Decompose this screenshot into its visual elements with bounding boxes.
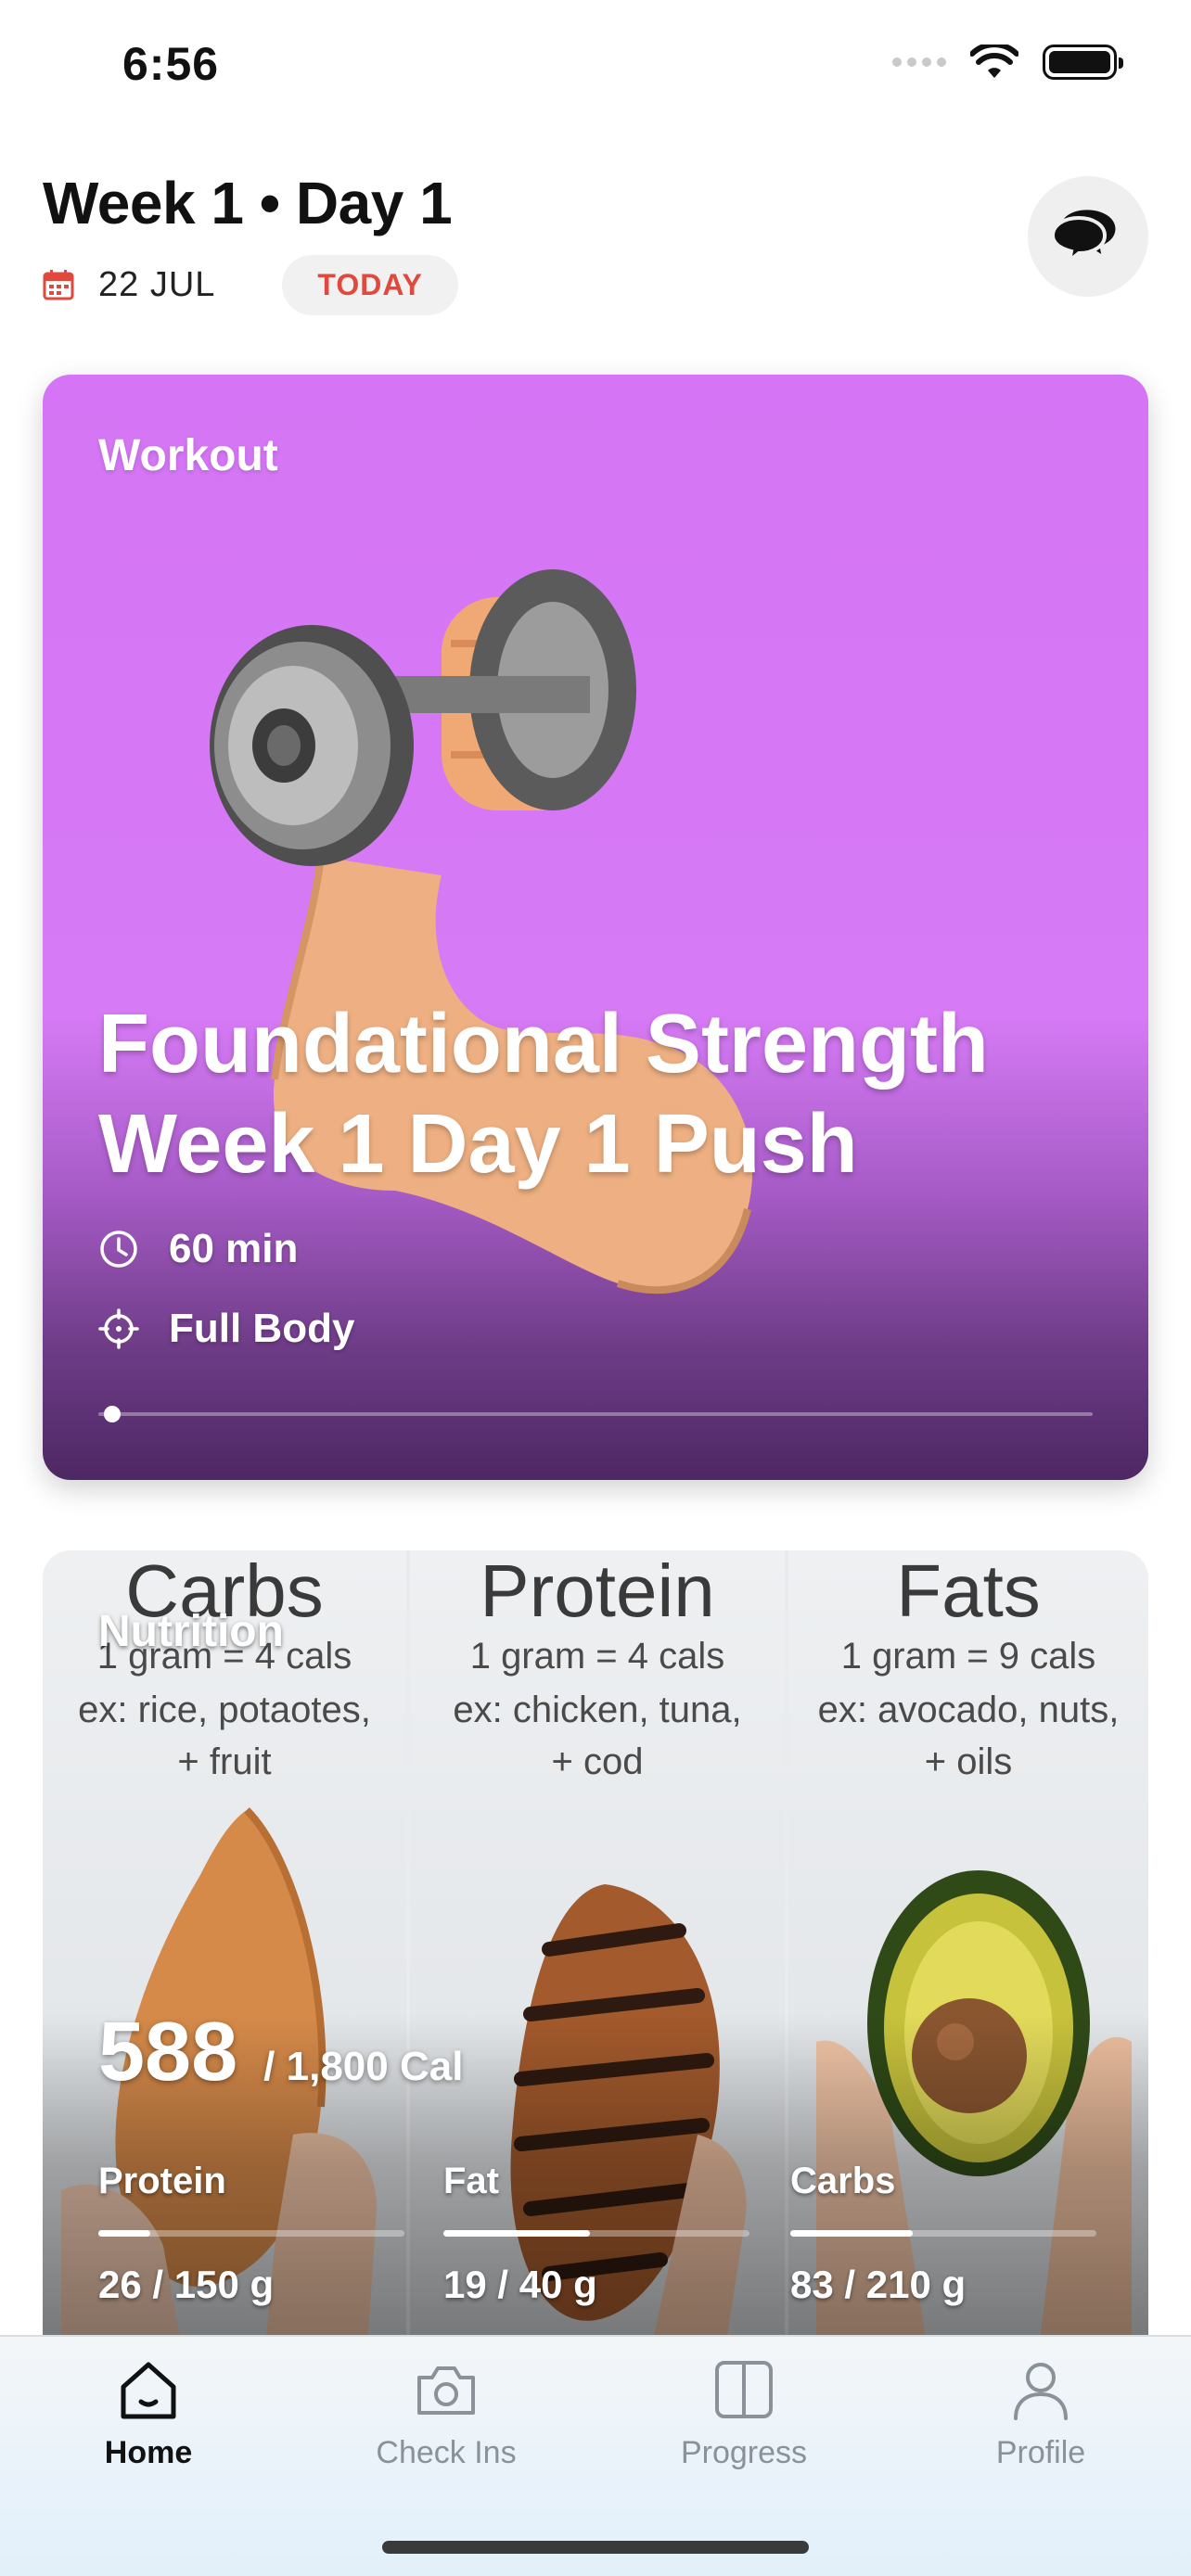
carbs-line-3: + fruit <box>177 1741 272 1782</box>
workout-duration: 60 min <box>98 1226 298 1272</box>
macro-name: Fat <box>443 2161 499 2201</box>
tab-bar: Home Check Ins Progress Profile <box>0 2335 1191 2576</box>
protein-line-1: 1 gram = 4 cals <box>469 1636 725 1677</box>
fats-heading: Fats <box>896 1550 1041 1632</box>
crosshair-icon <box>98 1308 139 1349</box>
tab-label: Home <box>104 2435 193 2470</box>
calendar-icon <box>43 270 74 300</box>
workout-card[interactable]: Workout Foundational Strength Week 1 Day… <box>43 375 1148 1480</box>
tab-profile[interactable]: Profile <box>929 2355 1152 2471</box>
date-row: 22 JUL TODAY <box>43 252 458 317</box>
today-badge[interactable]: TODAY <box>282 254 458 315</box>
carbs-line-2: ex: rice, potaotes, <box>78 1690 371 1730</box>
current-date: 22 JUL <box>98 264 216 304</box>
status-time: 6:56 <box>122 38 220 90</box>
tab-label: Check Ins <box>376 2435 517 2470</box>
macro-amount: 19 / 40 g <box>443 2263 597 2306</box>
home-icon <box>121 2362 176 2419</box>
home-indicator <box>382 2541 809 2554</box>
macro-progress-fill <box>98 2230 151 2237</box>
calorie-readout: 588 / 1,800 Cal <box>98 2005 463 2100</box>
fats-line-3: + oils <box>924 1741 1013 1782</box>
protein-line-2: ex: chicken, tuna, <box>453 1690 742 1730</box>
clock-icon <box>100 1231 137 1268</box>
protein-line-3: + cod <box>551 1741 644 1782</box>
tab-home[interactable]: Home <box>37 2355 260 2471</box>
cellular-signal-icon <box>892 57 946 67</box>
macro-progress-fill <box>790 2230 913 2237</box>
nutrition-card[interactable]: Carbs 1 gram = 4 cals ex: rice, potaotes… <box>43 1550 1148 2348</box>
workout-focus: Full Body <box>98 1306 354 1352</box>
macro-name: Carbs <box>790 2161 896 2201</box>
nutrition-label: Nutrition <box>98 1607 284 1656</box>
macro-progress-bar <box>98 2230 404 2237</box>
workout-label: Workout <box>98 431 278 480</box>
macro-amount: 83 / 210 g <box>790 2263 967 2306</box>
duration-text: 60 min <box>169 1226 299 1271</box>
chat-button[interactable] <box>1028 176 1148 297</box>
tab-progress[interactable]: Progress <box>633 2355 855 2471</box>
workout-title: Foundational Strength Week 1 Day 1 Push <box>98 998 989 1191</box>
workout-progress-knob <box>103 1406 121 1422</box>
page-title: Week 1 • Day 1 <box>43 170 453 236</box>
focus-text: Full Body <box>169 1306 355 1351</box>
calories-goal: / 1,800 Cal <box>263 2044 464 2089</box>
tab-label: Progress <box>680 2435 808 2470</box>
flexed-arm-dumbbell-illustration <box>210 569 753 1294</box>
protein-macro: Protein 26 / 150 g <box>98 2161 404 2307</box>
person-icon <box>1014 2363 1068 2420</box>
carbs-macro: Carbs 83 / 210 g <box>790 2161 1096 2307</box>
macro-progress-fill <box>443 2230 591 2237</box>
split-panel-icon <box>715 2361 773 2418</box>
tab-check-ins[interactable]: Check Ins <box>335 2355 557 2471</box>
status-icons <box>892 45 1123 80</box>
fats-line-2: ex: avocado, nuts, <box>817 1690 1120 1730</box>
macro-amount: 26 / 150 g <box>98 2263 275 2306</box>
workout-progress-bar <box>98 1406 1093 1422</box>
wifi-icon <box>970 45 1018 78</box>
tab-label: Profile <box>995 2435 1086 2470</box>
macro-name: Protein <box>98 2161 226 2201</box>
battery-icon <box>1043 45 1123 80</box>
protein-heading: Protein <box>480 1550 715 1632</box>
chat-bubbles-icon <box>1051 210 1116 265</box>
macro-progress-bar <box>790 2230 1096 2237</box>
camera-icon <box>417 2366 475 2415</box>
fats-line-1: 1 gram = 9 cals <box>840 1636 1096 1677</box>
macro-progress-bar <box>443 2230 749 2237</box>
fat-macro: Fat 19 / 40 g <box>443 2161 749 2307</box>
calories-consumed: 588 <box>98 2006 238 2098</box>
status-bar: 6:56 <box>0 0 1191 130</box>
